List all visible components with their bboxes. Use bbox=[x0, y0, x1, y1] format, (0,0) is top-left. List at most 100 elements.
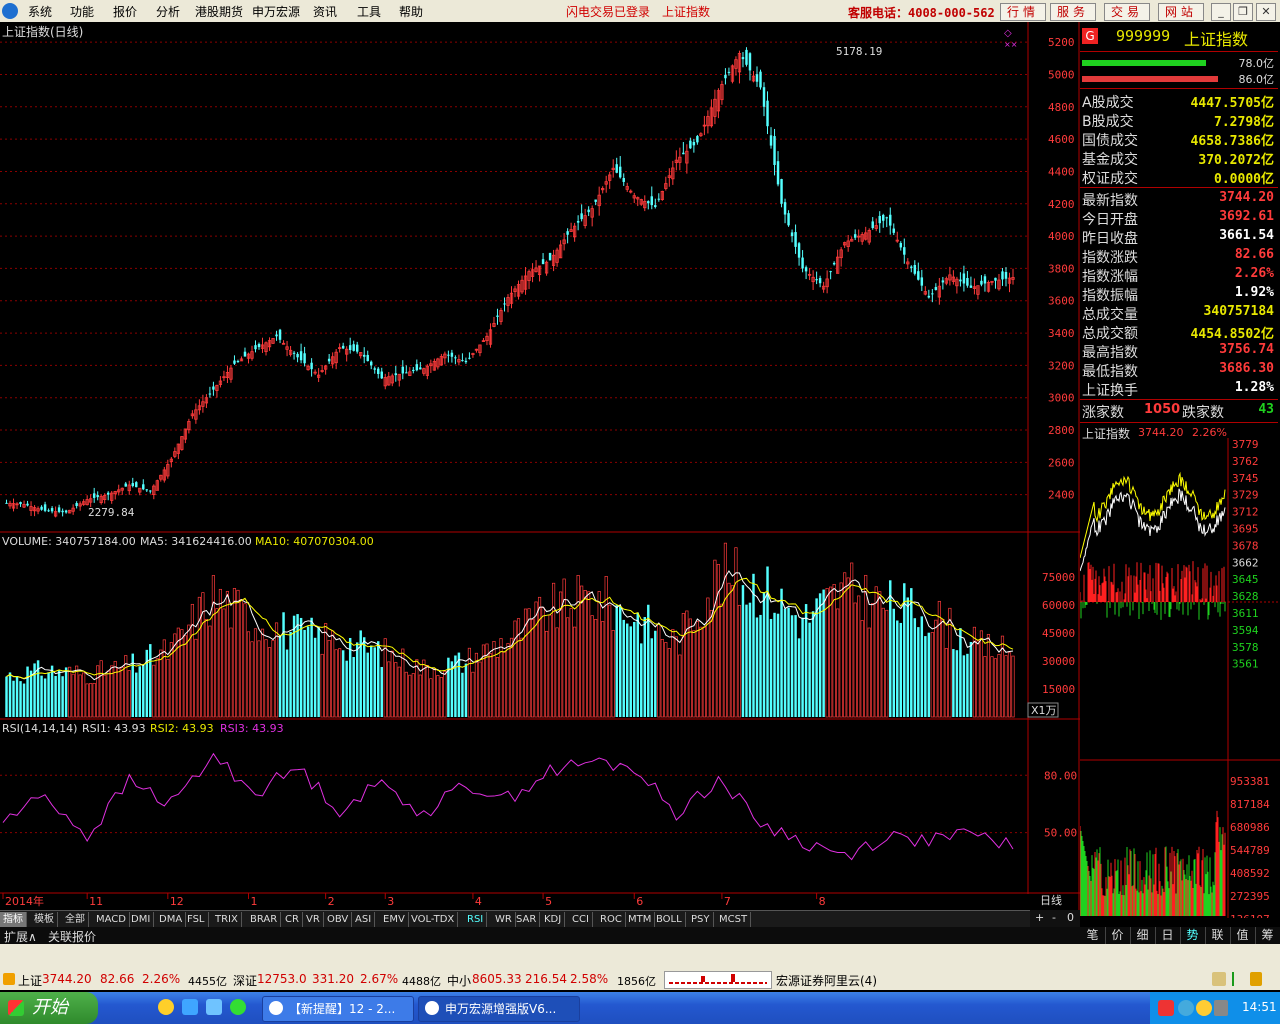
ma10-label: MA10: 407070304.00 bbox=[255, 535, 374, 548]
indicator-tab-emv[interactable]: EMV bbox=[380, 912, 409, 927]
indicator-tab-boll[interactable]: BOLL bbox=[653, 912, 686, 927]
tray-shield-icon[interactable] bbox=[1196, 1000, 1212, 1016]
menu-swhy[interactable]: 申万宏源 bbox=[252, 3, 300, 20]
related-quote-tab[interactable]: 关联报价 bbox=[48, 928, 96, 945]
price-tick-label: 2400 bbox=[1048, 489, 1075, 502]
indicator-tab-roc[interactable]: ROC bbox=[597, 912, 626, 927]
broker-server[interactable]: 宏源证券阿里云(4) bbox=[776, 972, 877, 989]
connection-icon[interactable] bbox=[1250, 972, 1262, 986]
detail-tab[interactable]: 值 bbox=[1230, 927, 1256, 944]
indicator-tab-brar[interactable]: BRAR bbox=[247, 912, 282, 927]
indicator-tab-asi[interactable]: ASI bbox=[352, 912, 376, 927]
tray-s-icon[interactable] bbox=[1158, 1000, 1174, 1016]
volume-bar bbox=[152, 664, 156, 718]
detail-tab[interactable]: 笔 bbox=[1080, 927, 1106, 944]
menu-help[interactable]: 帮助 bbox=[399, 3, 423, 20]
menu-info[interactable]: 资讯 bbox=[313, 3, 337, 20]
menu-quote[interactable]: 报价 bbox=[113, 3, 137, 20]
volume-bar bbox=[502, 651, 507, 718]
detail-tab[interactable]: 联 bbox=[1205, 927, 1231, 944]
volume-bar bbox=[899, 622, 903, 717]
candle-body bbox=[773, 136, 776, 165]
start-button[interactable]: 开始 bbox=[0, 992, 98, 1024]
index-icon bbox=[3, 973, 15, 985]
quote-value: 4454.8502亿 bbox=[1190, 327, 1274, 342]
quote-value: 2.26% bbox=[1234, 266, 1274, 281]
detail-tab[interactable]: 日 bbox=[1155, 927, 1181, 944]
menu-tools[interactable]: 工具 bbox=[357, 3, 381, 20]
candle-body bbox=[5, 502, 8, 504]
candle-body bbox=[19, 502, 22, 505]
indicator-tab-trix[interactable]: TRIX bbox=[212, 912, 242, 927]
overlay-close-icon[interactable]: ×× bbox=[1004, 40, 1017, 49]
quicklaunch-desktop-icon[interactable] bbox=[182, 999, 198, 1015]
indicator-tab-vr[interactable]: VR bbox=[303, 912, 324, 927]
indicator-tab-cr[interactable]: CR bbox=[282, 912, 303, 927]
taskbar-item-browser[interactable]: 【新提醒】12 - 2... bbox=[262, 996, 414, 1022]
volume-bar bbox=[243, 603, 247, 718]
indicator-tab-模板[interactable]: 模板 bbox=[31, 912, 58, 927]
mini-price-tick: 3712 bbox=[1232, 506, 1259, 519]
overlay-marker-icon[interactable]: ◇ bbox=[1004, 28, 1012, 39]
indicator-tab-sar[interactable]: SAR bbox=[513, 912, 541, 927]
taskbar-item-label: 申万宏源增强版V6... bbox=[445, 1002, 557, 1016]
volume-bar bbox=[509, 637, 514, 718]
expand-tab[interactable]: 扩展∧ bbox=[4, 928, 37, 945]
volume-bar bbox=[780, 588, 783, 717]
indicator-tab-vol-tdx[interactable]: VOL-TDX bbox=[408, 912, 459, 927]
restore-icon[interactable]: ❐ bbox=[1233, 3, 1253, 21]
detail-tab[interactable]: 势 bbox=[1180, 927, 1206, 944]
indicator-tab-mtm[interactable]: MTM bbox=[625, 912, 656, 927]
indicator-tab-kdj[interactable]: KDJ bbox=[541, 912, 566, 927]
menu-system[interactable]: 系统 bbox=[28, 3, 52, 20]
candle-body bbox=[412, 369, 415, 372]
indicator-tab-指标[interactable]: 指标 bbox=[0, 912, 27, 927]
sh-name[interactable]: 上证 bbox=[18, 972, 42, 989]
candle-body bbox=[464, 360, 468, 363]
indicator-tab-obv[interactable]: OBV bbox=[324, 912, 353, 927]
website-button[interactable]: 网站 bbox=[1158, 3, 1204, 21]
detail-tab[interactable]: 筹 bbox=[1255, 927, 1280, 944]
lock-icon[interactable] bbox=[1212, 972, 1226, 986]
indicator-tab-rsi[interactable]: RSI bbox=[464, 912, 488, 927]
indicator-tab-macd[interactable]: MACD bbox=[93, 912, 130, 927]
quote-button[interactable]: 行情 bbox=[1000, 3, 1046, 21]
period-label[interactable]: 日线 bbox=[1040, 893, 1062, 907]
zoom-reset-button[interactable]: 0 bbox=[1067, 911, 1074, 924]
indicator-tab-fsl[interactable]: FSL bbox=[184, 912, 209, 927]
zx-name[interactable]: 中小 bbox=[447, 972, 471, 989]
candle-body bbox=[57, 507, 61, 512]
volume-bar bbox=[250, 641, 254, 718]
menu-analysis[interactable]: 分析 bbox=[156, 3, 180, 20]
zoom-out-button[interactable]: - bbox=[1052, 911, 1056, 924]
sz-name[interactable]: 深证 bbox=[233, 972, 257, 989]
indicator-tab-dma[interactable]: DMA bbox=[156, 912, 187, 927]
indicator-tab-psy[interactable]: PSY bbox=[688, 912, 714, 927]
trade-button[interactable]: 交易 bbox=[1104, 3, 1150, 21]
quicklaunch-app-icon[interactable] bbox=[206, 999, 222, 1015]
menu-function[interactable]: 功能 bbox=[70, 3, 94, 20]
clock[interactable]: 14:51 bbox=[1242, 1000, 1277, 1014]
volume-bar bbox=[303, 629, 306, 717]
intraday-chart[interactable]: 3779 3762 3745 3729 3712 3695 3678 3662 3645 3628… bbox=[1080, 438, 1280, 918]
menu-hk-futures[interactable]: 港股期货 bbox=[195, 3, 243, 20]
tray-arrow-icon[interactable] bbox=[1178, 1000, 1194, 1016]
detail-tab[interactable]: 价 bbox=[1105, 927, 1131, 944]
volume-bar bbox=[962, 655, 966, 717]
candle-body bbox=[254, 345, 257, 350]
detail-tab[interactable]: 细 bbox=[1130, 927, 1156, 944]
minimize-icon[interactable]: _ bbox=[1211, 3, 1231, 21]
indicator-tab-全部[interactable]: 全部 bbox=[62, 912, 89, 927]
indicator-tab-dmi[interactable]: DMI bbox=[128, 912, 155, 927]
close-icon[interactable]: ✕ bbox=[1256, 3, 1276, 21]
kline-chart[interactable]: 上证指数(日线) 2400260028003000320034003600380… bbox=[0, 22, 1080, 910]
tray-volume-icon[interactable] bbox=[1214, 1000, 1228, 1016]
zoom-in-button[interactable]: + bbox=[1035, 911, 1044, 924]
indicator-tab-cci[interactable]: CCI bbox=[569, 912, 593, 927]
quicklaunch-extra-icon[interactable] bbox=[230, 999, 246, 1015]
mini-price-tick: 3729 bbox=[1232, 489, 1259, 502]
taskbar-item-swhy[interactable]: 申万宏源增强版V6... bbox=[418, 996, 580, 1022]
indicator-tab-mcst[interactable]: MCST bbox=[716, 912, 752, 927]
service-button[interactable]: 服务 bbox=[1050, 3, 1096, 21]
quicklaunch-ie-icon[interactable] bbox=[158, 999, 174, 1015]
